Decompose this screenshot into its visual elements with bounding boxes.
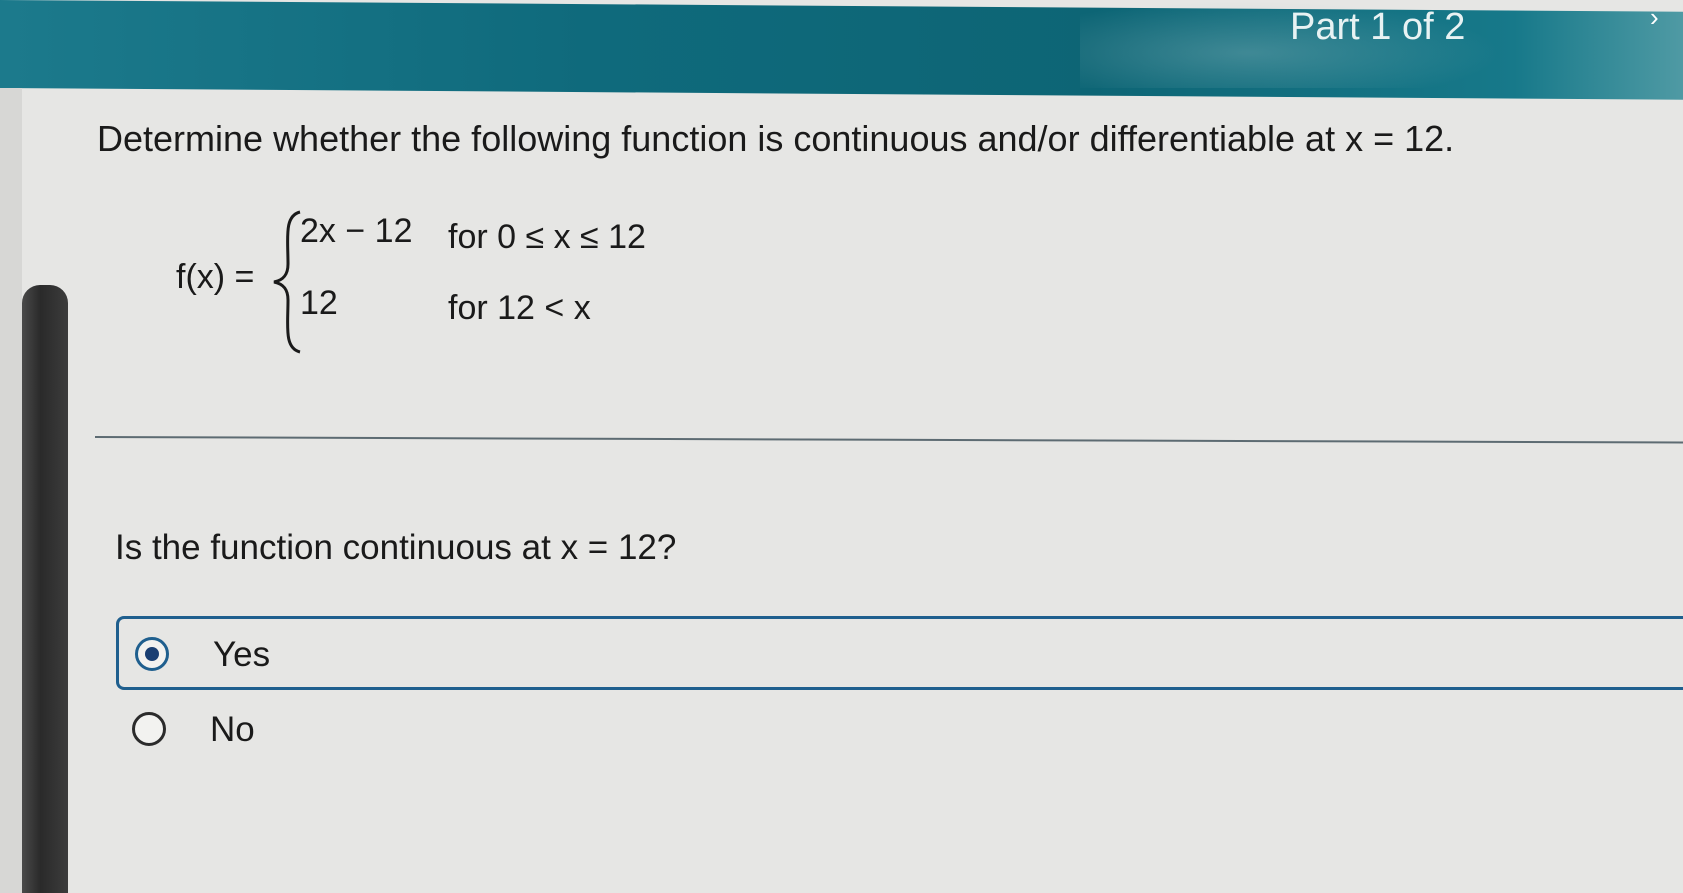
part-question: Is the function continuous at x = 12? (115, 528, 677, 567)
option-yes-label[interactable]: Yes (213, 635, 270, 675)
left-edge (0, 88, 22, 893)
part-indicator: Part 1 of 2 (1290, 6, 1466, 48)
case-1-condition: for 0 ≤ x ≤ 12 (448, 218, 646, 256)
case-2-condition: for 12 < x (448, 289, 591, 327)
problem-statement: Determine whether the following function… (97, 118, 1455, 159)
case-2-expression: 12 (300, 284, 338, 322)
case-1-expression: 2x − 12 (300, 212, 413, 250)
radio-dot (145, 647, 159, 661)
left-rail (22, 285, 68, 893)
radio-selected-icon[interactable] (135, 637, 169, 671)
section-divider (94, 436, 1683, 444)
function-label: f(x) = (176, 258, 255, 296)
option-no[interactable]: No (116, 694, 1683, 768)
radio-unselected-icon[interactable] (132, 712, 166, 746)
option-yes[interactable]: Yes (116, 616, 1683, 690)
chevron-right-icon[interactable]: › (1650, 2, 1672, 32)
option-no-label[interactable]: No (210, 710, 255, 750)
